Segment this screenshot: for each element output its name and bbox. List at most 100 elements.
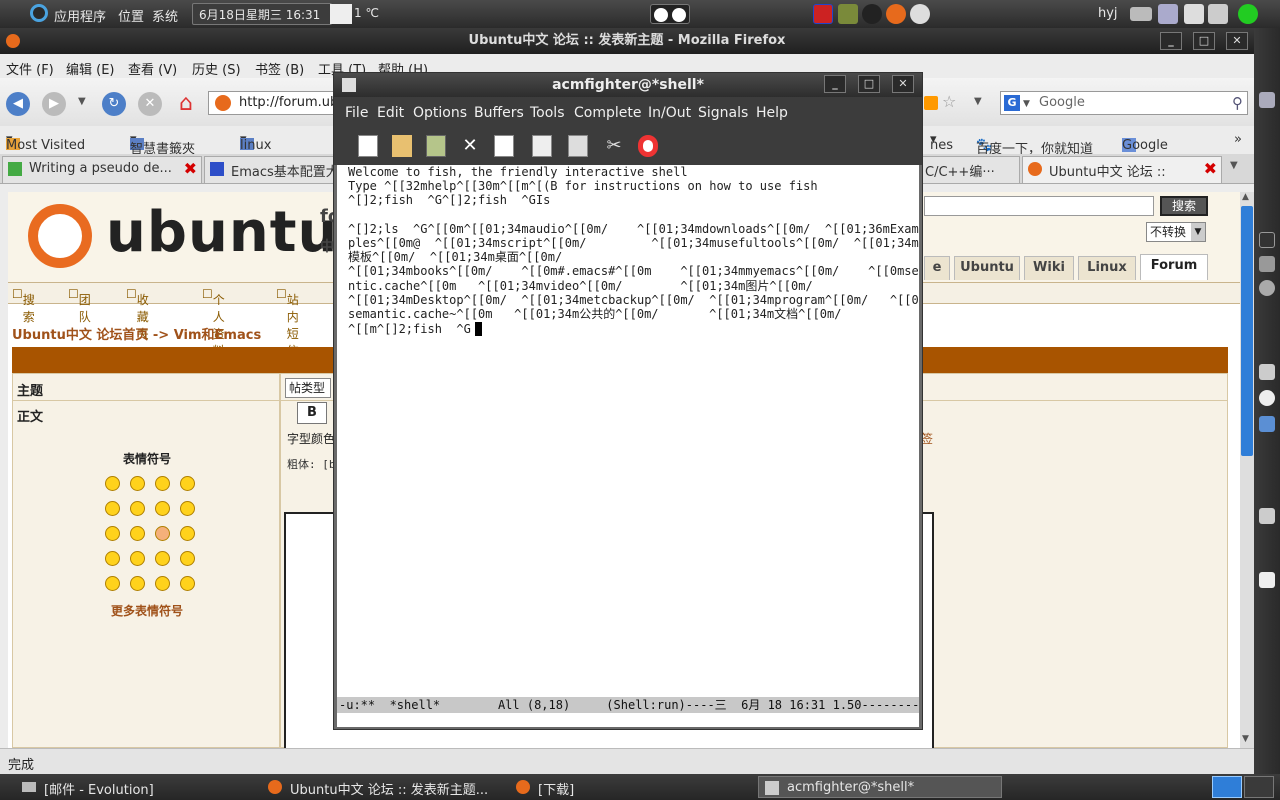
tab-writing-pseudo[interactable]: Writing a pseudo de... ✖ xyxy=(2,156,202,183)
link-search[interactable]: ☐ 搜索 xyxy=(12,287,35,324)
smiley-razz-icon[interactable] xyxy=(130,526,145,541)
scroll-thumb[interactable] xyxy=(1241,206,1253,456)
scroll-up-icon[interactable]: ▲ xyxy=(1242,192,1249,202)
history-dropdown-icon[interactable]: ▼ xyxy=(78,96,86,107)
copy-icon[interactable] xyxy=(494,135,514,157)
task-downloads[interactable]: [下载] xyxy=(510,776,750,798)
ubuntu-menu-icon[interactable] xyxy=(30,4,48,22)
smiley-twisted-icon[interactable] xyxy=(130,551,145,566)
tab-ubuntu-forum[interactable]: Ubuntu中文 论坛 :: ✖ xyxy=(1022,156,1222,183)
emacs-menu-file[interactable]: File xyxy=(345,105,368,121)
bookmark-linux[interactable]: linux ▾ xyxy=(240,132,271,153)
bookmark-nes[interactable]: nes ▾ xyxy=(930,132,953,153)
emacs-menu-buffers[interactable]: Buffers xyxy=(474,105,524,121)
xeyes-icon[interactable] xyxy=(650,4,690,24)
smiley-wink-icon[interactable] xyxy=(180,551,195,566)
emacs-menu-edit[interactable]: Edit xyxy=(377,105,404,121)
search-input[interactable]: G ▼ Google ⚲ xyxy=(1000,91,1248,115)
nav-tab-forum[interactable]: Forum xyxy=(1140,254,1208,280)
smiley-evil-icon[interactable] xyxy=(105,551,120,566)
nav-tab-wiki[interactable]: Wiki xyxy=(1024,256,1074,280)
url-dropdown-icon[interactable]: ▼ xyxy=(974,96,982,107)
bold-button[interactable]: B xyxy=(297,402,327,424)
bookmark-most-visited[interactable]: Most Visited ▾ xyxy=(6,132,85,153)
maximize-button[interactable]: □ xyxy=(1193,32,1215,50)
logout-runner-icon[interactable] xyxy=(1238,4,1258,24)
url-input[interactable]: http://forum.ubuntu.org.cn xyxy=(208,91,338,115)
menu-history[interactable]: 历史 (S) xyxy=(192,59,241,78)
tool-icon[interactable] xyxy=(1259,256,1275,272)
save-icon[interactable] xyxy=(426,135,446,157)
close-button[interactable]: ✕ xyxy=(1226,32,1248,50)
updates-icon[interactable] xyxy=(910,4,930,24)
smiley-rolleyes-icon[interactable] xyxy=(155,551,170,566)
tab-cpp[interactable]: C/C++编··· xyxy=(920,156,1020,183)
terminal-icon[interactable] xyxy=(1259,232,1275,248)
menu-file[interactable]: 文件 (F) xyxy=(6,59,54,78)
emacs-maximize-button[interactable]: □ xyxy=(858,75,880,93)
post-type-select[interactable]: 帖类型 xyxy=(285,378,331,398)
emacs-menu-signals[interactable]: Signals xyxy=(698,105,748,121)
engine-dropdown-icon[interactable]: ▼ xyxy=(1023,93,1030,115)
smiley-arrow-icon[interactable] xyxy=(180,576,195,591)
volume-icon[interactable] xyxy=(1259,364,1275,380)
link-groups[interactable]: ☐ 团队 xyxy=(68,287,91,324)
firefox-titlebar[interactable]: Ubuntu中文 论坛 :: 发表新主题 - Mozilla Firefox _… xyxy=(0,28,1254,54)
help-lifebuoy-icon[interactable] xyxy=(638,135,658,157)
smiley-shocked-icon[interactable] xyxy=(105,501,120,516)
firefox-launcher-icon[interactable] xyxy=(886,4,906,24)
workspace-2[interactable] xyxy=(1244,776,1274,798)
back-button[interactable]: ◀ xyxy=(6,92,30,116)
smiley-exclaim-icon[interactable] xyxy=(105,576,120,591)
smiley-confused-icon[interactable] xyxy=(130,501,145,516)
settings-icon[interactable] xyxy=(1259,280,1275,296)
brightness-icon[interactable] xyxy=(1259,390,1275,406)
forum-search-input[interactable] xyxy=(924,196,1154,216)
menu-bookmarks[interactable]: 书签 (B) xyxy=(255,59,304,78)
link-profile[interactable]: ☐ 个人资料 xyxy=(202,287,225,358)
clock-applet[interactable]: 6月18日星期三 16:31 xyxy=(192,3,332,25)
bookmark-zhihui[interactable]: 智慧書籤夾 ▾ xyxy=(130,132,195,157)
open-folder-icon[interactable] xyxy=(392,135,412,157)
emacs-minibuffer[interactable] xyxy=(337,713,919,727)
smiley-smile-icon[interactable] xyxy=(130,476,145,491)
smiley-cool-icon[interactable] xyxy=(155,501,170,516)
task-firefox[interactable]: Ubuntu中文 论坛 :: 发表新主题... xyxy=(262,776,506,798)
monitor-icon[interactable] xyxy=(1259,416,1275,432)
forward-button[interactable]: ▶ xyxy=(42,92,66,116)
star-bookmark-icon[interactable]: ☆ xyxy=(942,92,956,111)
update-manager-icon[interactable] xyxy=(1184,4,1204,24)
bookmarks-overflow-icon[interactable]: » xyxy=(1234,132,1242,147)
link-pm[interactable]: ☐ 站内短信 xyxy=(276,287,299,358)
breadcrumb[interactable]: Ubuntu中文 论坛首页 -> Vim和Emacs xyxy=(12,324,261,343)
link-favorites[interactable]: ☐ 收藏夹 xyxy=(126,287,149,341)
smiley-mad-icon[interactable] xyxy=(105,526,120,541)
emacs-menu-complete[interactable]: Complete xyxy=(574,105,641,121)
smiley-question-icon[interactable] xyxy=(130,576,145,591)
smiley-surprised-icon[interactable] xyxy=(180,476,195,491)
print-icon[interactable] xyxy=(568,135,588,157)
tab-close-icon[interactable]: ✖ xyxy=(184,159,197,178)
smiley-cry-icon[interactable] xyxy=(180,526,195,541)
smiley-grin-icon[interactable] xyxy=(105,476,120,491)
emacs-menu-inout[interactable]: In/Out xyxy=(648,105,691,121)
smiley-embarrassed-icon[interactable] xyxy=(155,526,170,541)
tab-close-icon[interactable]: ✖ xyxy=(1204,159,1217,178)
tab-list-icon[interactable]: ▼ xyxy=(1230,160,1238,171)
task-emacs[interactable]: acmfighter@*shell* xyxy=(758,776,1002,798)
menu-edit[interactable]: 编辑 (E) xyxy=(66,59,115,78)
nav-tab-ubuntu[interactable]: Ubuntu xyxy=(954,256,1020,280)
tab-emacs-config[interactable]: Emacs基本配置大 xyxy=(204,156,336,183)
applications-menu[interactable]: 应用程序 xyxy=(54,6,106,25)
emacs-minimize-button[interactable]: _ xyxy=(824,75,846,93)
system-menu[interactable]: 系统 xyxy=(152,6,178,25)
nav-tab-e[interactable]: e xyxy=(924,256,950,280)
nav-tab-linux[interactable]: Linux xyxy=(1078,256,1136,280)
qq-penguin-icon[interactable] xyxy=(862,4,882,24)
trash-icon[interactable] xyxy=(1259,508,1275,524)
new-file-icon[interactable] xyxy=(358,135,378,157)
scroll-down-icon[interactable]: ▼ xyxy=(1242,734,1249,744)
keyboard-icon[interactable] xyxy=(1130,7,1152,21)
emacs-menu-tools[interactable]: Tools xyxy=(530,105,565,121)
emacs-menu-help[interactable]: Help xyxy=(756,105,788,121)
